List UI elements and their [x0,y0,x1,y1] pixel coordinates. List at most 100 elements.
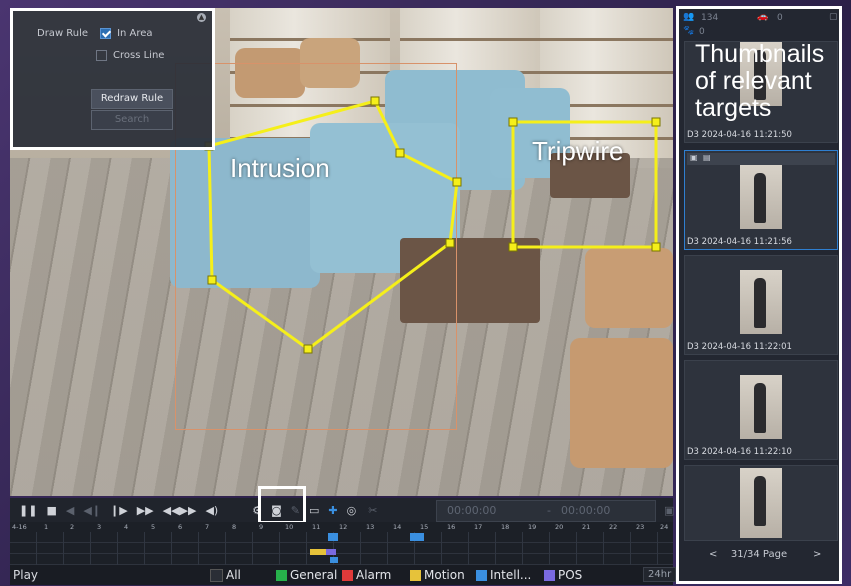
nonmotor-icon[interactable]: 🐾 [683,26,694,36]
timeline[interactable]: 4-16 1 2 3 4 5 6 7 8 9 10 11 12 13 14 15… [10,522,673,565]
human-icon[interactable]: 👥 [683,12,694,22]
hour-tick: 7 [205,523,210,531]
filter-label: Alarm [356,568,392,582]
hour-tick: 24 [660,523,669,531]
record-type-bar: Play All General Alarm Motion Intell... … [10,565,673,585]
thumbnail-caption: D3 2024-04-16 11:22:10 [687,447,792,457]
pause-icon[interactable]: ❚❚ [19,504,37,517]
filter-all[interactable]: All [210,568,241,582]
search-button[interactable]: Search [91,110,173,130]
chevron-left-icon[interactable]: < [709,549,717,560]
step-forward-icon[interactable]: ❙▶ [110,504,128,517]
filter-alarm[interactable]: Alarm [342,568,391,582]
thumbnail-image [740,375,782,439]
thumbnail-annotation: Thumbnails of relevant targets [695,40,825,122]
end-time[interactable]: 00:00:00 [561,501,610,521]
collapse-icon[interactable]: ▲ [197,13,206,22]
intrusion-zone[interactable] [207,99,459,351]
redraw-rule-button[interactable]: Redraw Rule [91,89,173,109]
volume-icon[interactable]: ◀) [205,504,218,517]
filter-motion[interactable]: Motion [410,568,465,582]
thumbnail-image [740,165,782,229]
clip-icon[interactable]: ▭ [309,504,319,517]
stop-icon[interactable]: ■ [46,504,56,517]
chevron-right-icon[interactable]: > [813,549,821,560]
filter-label: POS [558,568,583,582]
hour-tick: 8 [232,523,237,531]
filter-general[interactable]: General [276,568,337,582]
filter-label: General [290,568,338,582]
vehicle-icon[interactable]: 🚗 [757,12,768,22]
recording-segment[interactable] [410,533,424,541]
target-thumbnail[interactable]: D3 2024-04-16 11:22:10 [684,360,838,460]
step-back-icon[interactable]: ◀❙ [83,504,101,517]
recording-segment[interactable] [310,549,326,555]
filter-swatch [476,569,487,581]
draw-rule-label: Draw Rule [37,28,89,39]
filter-pos[interactable]: POS [544,568,582,582]
skip-icon[interactable]: ◀◀▶▶ [163,504,197,517]
clip-time-range[interactable]: 00:00:00 - 00:00:00 [436,500,656,522]
cross-line-checkbox[interactable] [96,50,107,61]
hour-tick: 18 [501,523,510,531]
recording-segment[interactable] [326,549,336,555]
scale-24hr[interactable]: 24hr [643,567,677,582]
hour-tick: 4 [124,523,129,531]
target-thumbnail-panel: 👥 134 🚗 0 ▢ 🐾 0 D3 2024-04-16 11:21:50 ▣… [676,6,842,584]
hour-tick: 16 [447,523,456,531]
intrusion-label: Intrusion [230,153,330,183]
highlight-smart-search [258,486,306,524]
start-time[interactable]: 00:00:00 [447,501,496,521]
target-thumbnail[interactable]: D3 2024-04-16 11:22:01 [684,255,838,355]
hour-tick: 20 [555,523,564,531]
filter-label: Motion [424,568,465,582]
play-clip-icon[interactable]: ▣ [690,153,698,162]
scissors-icon[interactable]: ✂ [368,504,377,517]
time-separator: - [547,504,551,517]
thumbnail-image [740,270,782,334]
page-indicator: 31/34 Page [730,549,788,560]
in-area-label: In Area [117,28,153,39]
filter-label: All [226,568,241,582]
filter-swatch [410,569,421,581]
target-thumbnail[interactable]: ▣ ▤ D3 2024-04-16 11:21:56 [684,150,838,250]
target-thumbnail[interactable] [684,465,838,541]
hour-tick: 2 [70,523,75,531]
hour-tick: 17 [474,523,483,531]
mode-label: Play [13,568,39,582]
fast-forward-icon[interactable]: ▶▶ [137,504,154,517]
hour-tick: 1 [44,523,49,531]
hour-tick: 11 [312,523,321,531]
hour-tick: 10 [285,523,294,531]
in-area-checkbox[interactable] [100,28,112,39]
thumbnail-pager: < 31/34 Page > [679,549,839,560]
zoom-icon[interactable]: ✚ [328,504,337,517]
hour-tick: 21 [582,523,591,531]
thumbnail-caption: D3 2024-04-16 11:21:50 [687,130,792,140]
hour-tick: 19 [528,523,537,531]
filter-swatch [342,569,353,581]
hour-tick: 23 [636,523,645,531]
draw-rule-panel: ▲ Draw Rule In Area Cross Line Redraw Ru… [10,8,215,150]
more-icon[interactable]: ▢ [829,12,838,22]
hour-tick: 12 [339,523,348,531]
save-icon[interactable]: ▣ [664,504,674,517]
recording-segment[interactable] [330,557,338,563]
cross-line-label: Cross Line [113,50,165,61]
filter-swatch [276,569,287,581]
filter-intelligent[interactable]: Intell... [476,568,531,582]
hour-tick: 14 [393,523,402,531]
thumbnail-image [740,468,782,538]
fisheye-icon[interactable]: ◎ [347,504,357,517]
hour-tick: 5 [151,523,156,531]
timeline-grid[interactable] [10,532,673,565]
save-clip-icon[interactable]: ▤ [703,153,711,162]
hour-tick: 9 [259,523,264,531]
target-counters: 👥 134 🚗 0 ▢ 🐾 0 [679,9,839,39]
thumbnail-caption: D3 2024-04-16 11:21:56 [687,237,792,247]
filter-swatch [210,568,223,582]
recording-segment[interactable] [328,533,338,541]
rewind-icon[interactable]: ◀ [66,504,74,517]
hour-tick: 6 [178,523,183,531]
hour-tick: 3 [97,523,102,531]
